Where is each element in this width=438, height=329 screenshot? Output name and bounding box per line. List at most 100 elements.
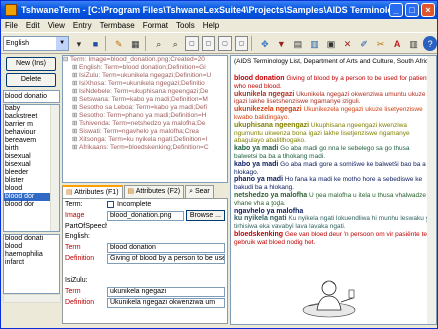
- preview-entry: blood donation Giving of blood by a pers…: [234, 75, 432, 90]
- dropdown-arrow-icon[interactable]: ▾: [72, 36, 86, 51]
- preview-entry: phano ya madi Ho fana ka madi ke motho h…: [234, 176, 423, 192]
- help-icon[interactable]: ?: [423, 35, 437, 51]
- box-icon-3[interactable]: ▢: [218, 35, 232, 51]
- menu-file[interactable]: File: [1, 21, 22, 30]
- zulu-term-field[interactable]: ukunikela ngegazi: [107, 286, 225, 297]
- menu-help[interactable]: Help: [199, 21, 223, 30]
- font-icon[interactable]: A: [390, 36, 404, 51]
- filter-icon[interactable]: ▼: [275, 36, 289, 51]
- title-bar[interactable]: TshwaneTerm - [C:\Program Files\TshwaneL…: [1, 1, 437, 19]
- vertical-scrollbar[interactable]: [50, 105, 59, 231]
- expand-icon[interactable]: ⊞: [72, 120, 79, 128]
- tree-row[interactable]: ⊞IsiXhosa: Term=ukunikela ngegazi;Defini…: [63, 80, 227, 88]
- zulu-definition-field[interactable]: Ukunikela ngegazi okwenziwa um: [107, 297, 225, 308]
- toolbar-separator: [105, 35, 107, 51]
- expand-icon[interactable]: ⊞: [72, 64, 79, 72]
- search-input[interactable]: blood donatio: [3, 90, 60, 103]
- box-icon-2[interactable]: ▢: [201, 35, 216, 51]
- tree-row[interactable]: ⊞Tshivenda: Term=netshedzo ya malofha;De: [63, 120, 227, 128]
- tree-row[interactable]: ⊞IsiNdebele: Term=ukuphisana ngeengazi;D…: [63, 88, 227, 96]
- cut-icon[interactable]: ✂: [374, 36, 388, 51]
- document-icon[interactable]: ▤: [291, 36, 305, 51]
- menu-termbase[interactable]: Termbase: [96, 21, 139, 30]
- menu-format[interactable]: Format: [139, 21, 172, 30]
- expand-icon[interactable]: ⊞: [72, 96, 79, 104]
- language-select[interactable]: English ▼: [3, 35, 70, 51]
- tree-row[interactable]: ⊞IsiZulu: Term=ukunikela ngegazi;Definit…: [63, 72, 227, 80]
- entry-tree[interactable]: ⊟Term: Image=blood_donation.png;Created=…: [62, 55, 228, 183]
- box-icon-1[interactable]: ▢: [185, 35, 199, 51]
- list-item[interactable]: haemophilia: [4, 251, 59, 259]
- page-icon: ▤: [66, 189, 73, 196]
- blood-donation-illustration: [302, 280, 356, 318]
- browse-button[interactable]: Browse ...: [185, 210, 225, 221]
- vertical-scrollbar[interactable]: [427, 56, 436, 324]
- tab-search[interactable]: ⌕ Sear: [185, 185, 214, 198]
- tree-row[interactable]: ⊟Term: Image=blood_donation.png;Created=…: [63, 56, 227, 64]
- chart-icon[interactable]: ▥: [308, 36, 322, 51]
- menu-edit[interactable]: Edit: [22, 21, 44, 30]
- preview-entry: netshedzo ya malofha U ṋea malofha u ite…: [234, 191, 427, 207]
- tab-attributes-f1[interactable]: ▤ Attributes (F1): [62, 185, 123, 198]
- search-next-icon[interactable]: ⌕: [169, 36, 183, 51]
- minimize-button[interactable]: _: [389, 3, 403, 17]
- tree-row[interactable]: ⊞Setswana: Term=kabo ya madi;Definition=…: [63, 96, 227, 104]
- menu-bar: File Edit View Entry Termbase Format Too…: [1, 19, 437, 32]
- image-row: Image blood_donation.png Browse ...: [63, 210, 227, 221]
- expand-icon[interactable]: ⊞: [72, 136, 79, 144]
- navigate-icon[interactable]: ✥: [258, 36, 272, 51]
- grid-icon[interactable]: ▦: [129, 36, 143, 51]
- pen-icon[interactable]: ✎: [112, 36, 126, 51]
- expand-icon[interactable]: ⊞: [72, 128, 79, 136]
- expand-icon[interactable]: ⊞: [72, 104, 79, 112]
- image-field[interactable]: blood_donation.png: [107, 210, 184, 221]
- menu-view[interactable]: View: [44, 21, 69, 30]
- columns-icon[interactable]: ▥: [407, 36, 421, 51]
- maximize-button[interactable]: □: [405, 3, 419, 17]
- preview-heading: (AIDS Terminology List, Department of Ar…: [234, 58, 437, 65]
- menu-tools[interactable]: Tools: [172, 21, 199, 30]
- english-term-field[interactable]: blood donation: [107, 242, 225, 253]
- list-item[interactable]: infarct: [4, 259, 59, 267]
- chevron-down-icon[interactable]: ▼: [56, 36, 69, 50]
- english-label: English:: [65, 233, 90, 240]
- delete-button[interactable]: Delete: [6, 73, 56, 87]
- save-icon[interactable]: ■: [89, 36, 103, 51]
- part-of-speech-field[interactable]: [107, 221, 225, 232]
- preview-pane[interactable]: (AIDS Terminology List, Department of Ar…: [230, 55, 437, 325]
- zulu-definition-row: Definition Ukunikela ngegazi okwenziwa u…: [63, 297, 227, 308]
- tree-row[interactable]: ⊞Afrikaans: Term=bloedskenking;Definitio…: [63, 144, 227, 152]
- box-icon-4[interactable]: ▢: [234, 35, 249, 51]
- incomplete-checkbox[interactable]: [107, 201, 114, 208]
- window-icon[interactable]: ▣: [324, 36, 338, 51]
- word-list-secondary[interactable]: blood donati blood haemophilia infarct: [3, 234, 60, 294]
- close-x-icon[interactable]: ✕: [341, 36, 355, 51]
- expand-icon[interactable]: ⊞: [72, 88, 79, 96]
- word-list[interactable]: baby backstreet barrier m behaviour bere…: [3, 104, 60, 232]
- tree-row[interactable]: ⊞Siswati: Term=ngavhelo ya malofha;Crea: [63, 128, 227, 136]
- list-item[interactable]: blood donati: [4, 235, 59, 243]
- toolbar-separator: [251, 35, 253, 51]
- term-label: Term:: [65, 201, 83, 208]
- close-button[interactable]: ×: [421, 3, 435, 17]
- horizontal-scrollbar[interactable]: [3, 294, 61, 303]
- expand-icon[interactable]: ⊞: [72, 112, 79, 120]
- tree-row[interactable]: ⊞Sesotho: Term=phano ya madi;Definition=…: [63, 112, 227, 120]
- tab-attributes-f2[interactable]: ▤ Attributes (F2): [123, 185, 185, 198]
- tree-row[interactable]: ⊞English: Term=blood donation;Definition…: [63, 64, 227, 72]
- tree-row[interactable]: ⊞Xitsonga: Term=ku nyikela ngati;Definit…: [63, 136, 227, 144]
- tree-row[interactable]: ⊞Sesotho sa Leboa: Term=kabo ya madi;Def…: [63, 104, 227, 112]
- new-button[interactable]: New (Ins): [6, 57, 56, 71]
- search-icon[interactable]: ⌕: [152, 36, 166, 51]
- expand-icon[interactable]: ⊞: [72, 72, 79, 80]
- collapse-icon[interactable]: ⊟: [63, 56, 70, 64]
- menu-entry[interactable]: Entry: [69, 21, 96, 30]
- english-definition-field[interactable]: Giving of blood by a person to be used: [107, 253, 225, 264]
- expand-icon[interactable]: ⊞: [72, 80, 79, 88]
- attribute-tabs: ▤ Attributes (F1) ▤ Attributes (F2) ⌕ Se…: [62, 185, 228, 198]
- pencil-icon[interactable]: ✐: [357, 36, 371, 51]
- list-item[interactable]: blood: [4, 243, 59, 251]
- preview-entry: kabo ya madi Go aba madi go nna le sebel…: [234, 145, 410, 160]
- english-definition-row: Definition Giving of blood by a person t…: [63, 253, 227, 264]
- expand-icon[interactable]: ⊞: [72, 144, 79, 152]
